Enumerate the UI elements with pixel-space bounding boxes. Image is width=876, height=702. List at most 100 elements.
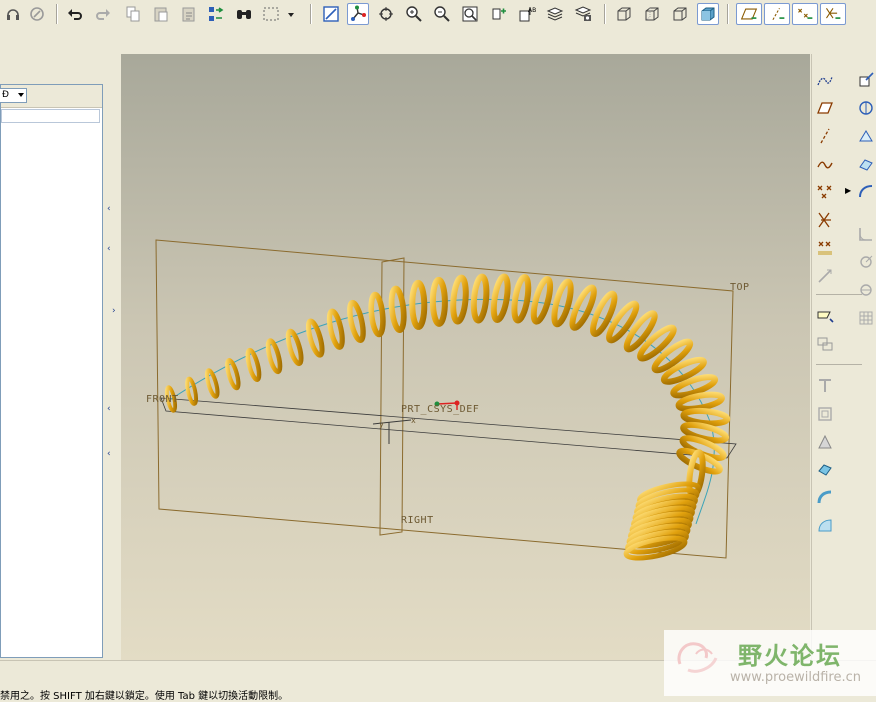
coil-turn (285, 328, 304, 367)
coil-turn (388, 285, 407, 334)
datum-curve-icon[interactable] (815, 154, 835, 174)
chevron-down-icon (18, 93, 24, 97)
datum-plane-icon[interactable] (815, 98, 835, 118)
chevron-left-icon[interactable]: ‹ (107, 404, 111, 414)
watermark-url: www.proewildfire.cn (730, 670, 861, 685)
undo-icon[interactable] (64, 3, 86, 25)
coil-turn (637, 324, 677, 362)
headset-icon[interactable] (2, 3, 24, 25)
copy-feature-icon[interactable] (815, 334, 835, 354)
paste-icon[interactable] (150, 3, 172, 25)
model-tree-panel: Ð (0, 84, 103, 658)
revolve-icon[interactable] (815, 404, 835, 424)
datum-point-icon[interactable] (815, 182, 835, 202)
analysis-icon[interactable] (815, 238, 835, 258)
coil-turn (368, 291, 386, 338)
chevron-right-icon[interactable]: › (112, 306, 116, 316)
no-hidden-icon[interactable] (669, 3, 691, 25)
layers-icon[interactable] (544, 3, 566, 25)
round-icon[interactable] (815, 516, 835, 536)
zoom-out-icon[interactable] (431, 3, 453, 25)
datum-label-front: FRONT (146, 394, 179, 405)
shell-icon[interactable] (856, 98, 876, 118)
chevron-left-icon[interactable]: ‹ (107, 449, 111, 459)
chevron-left-icon[interactable]: ‹ (107, 244, 111, 254)
flyout-arrow-icon[interactable]: ▶ (845, 186, 851, 195)
point-display-icon[interactable] (792, 3, 818, 25)
spring-end-coils[interactable] (623, 480, 701, 562)
datum-label-right: RIGHT (401, 515, 434, 526)
coil-turn (245, 347, 262, 383)
zoom-in-icon[interactable] (403, 3, 425, 25)
panel-splitter[interactable]: ‹ ‹ › ‹ ‹ (104, 84, 118, 658)
svg-text:AB: AB (528, 7, 536, 14)
status-message: 禁用之。按 SHIFT 加右鍵以鎖定。使用 Tab 鍵以切換活動限制。 (0, 691, 289, 702)
coil-turn (490, 273, 511, 323)
model-tree-row[interactable] (1, 109, 100, 123)
find-icon[interactable] (233, 3, 255, 25)
datum-csys-icon[interactable] (815, 210, 835, 230)
plane-display-icon[interactable] (736, 3, 762, 25)
curve-icon[interactable] (856, 182, 876, 202)
shading-icon[interactable] (697, 3, 719, 25)
forum-logo-icon (677, 642, 718, 673)
graphics-viewport[interactable]: TOP FRONT RIGHT PRT_CSYS_DEF y x (121, 54, 810, 660)
coil-turn (530, 276, 554, 325)
blend-icon[interactable] (815, 460, 835, 480)
coil-turn (409, 279, 428, 330)
refit-icon[interactable] (459, 3, 481, 25)
datum-planes-icon[interactable] (488, 3, 510, 25)
rib-icon[interactable] (856, 126, 876, 146)
repaint-icon[interactable] (320, 3, 342, 25)
csys-axis-x: x (411, 416, 417, 425)
coil-turn (204, 368, 220, 399)
chevron-left-icon[interactable]: ‹ (107, 204, 111, 214)
orient-icon[interactable] (375, 3, 397, 25)
extrude-icon[interactable] (815, 376, 835, 396)
dropdown-icon[interactable] (284, 3, 298, 25)
coil-turn (347, 299, 366, 344)
draft-icon[interactable] (856, 154, 876, 174)
csys-axis-y: y (379, 420, 385, 429)
csys-display-icon[interactable] (820, 3, 846, 25)
coil-turn (185, 376, 199, 406)
redo-icon[interactable] (92, 3, 114, 25)
datum-label-top: TOP (730, 282, 750, 293)
datum-label-csys: PRT_CSYS_DEF (401, 404, 480, 415)
mirror-icon[interactable] (856, 308, 876, 328)
select-box-icon[interactable] (260, 3, 282, 25)
datum-axis-icon[interactable] (815, 126, 835, 146)
chamfer-icon[interactable] (856, 252, 876, 272)
spin-center-icon[interactable] (347, 3, 369, 25)
model-tree-dropdown[interactable]: Ð (0, 88, 27, 103)
paste-special-icon[interactable] (178, 3, 200, 25)
main-toolbar: AB (0, 0, 876, 31)
datum-axes-icon[interactable]: AB (516, 3, 538, 25)
hole-icon[interactable] (815, 488, 835, 508)
insert-feature-icon[interactable] (815, 266, 835, 286)
coil-turn (225, 358, 241, 391)
disabled-icon[interactable] (26, 3, 48, 25)
view-manager-icon[interactable] (572, 3, 594, 25)
sketch-tool-icon[interactable] (815, 70, 835, 90)
coil-turn (265, 338, 283, 375)
feature-tool-icon[interactable] (856, 70, 876, 90)
spring-coil[interactable] (164, 273, 731, 499)
copy-icon[interactable] (122, 3, 144, 25)
regenerate-icon[interactable] (205, 3, 227, 25)
coil-turn (470, 273, 490, 324)
wireframe-icon[interactable] (613, 3, 635, 25)
feature-toolbar: ▶ (811, 54, 876, 660)
coil-turn (511, 274, 532, 324)
coil-turn (326, 308, 345, 350)
hidden-line-icon[interactable] (641, 3, 663, 25)
watermark: 野火论坛 www.proewildfire.cn (664, 630, 876, 696)
toolbar-band (0, 30, 876, 54)
model-tree-header: Ð (0, 85, 102, 108)
watermark-title: 野火论坛 (738, 642, 842, 670)
edit-definition-icon[interactable] (815, 306, 835, 326)
round-tool-icon[interactable] (856, 224, 876, 244)
sweep-icon[interactable] (815, 432, 835, 452)
pattern-icon[interactable] (856, 280, 876, 300)
axis-display-icon[interactable] (764, 3, 790, 25)
